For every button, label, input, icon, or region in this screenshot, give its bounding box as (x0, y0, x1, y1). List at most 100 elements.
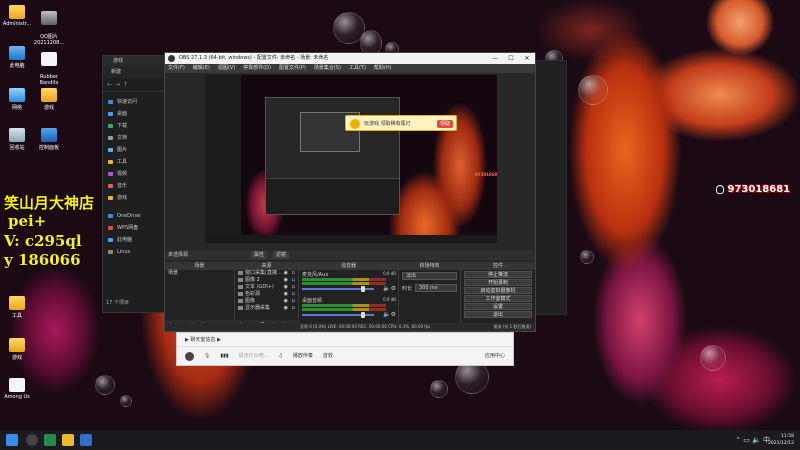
source-item[interactable]: 图像 2 ◉ ▫ (235, 277, 298, 284)
qq-number-text: 973018681 (727, 184, 791, 195)
desktop-icon-control-panel[interactable]: 控制面板 (32, 128, 66, 151)
menu-help[interactable]: 帮助(H) (374, 64, 392, 73)
chat-input[interactable]: 说点什么吧... (239, 347, 269, 365)
eye-icon[interactable]: ◉ (284, 270, 288, 277)
close-button[interactable]: ✕ (519, 53, 535, 64)
volume-meter (302, 308, 386, 311)
clock[interactable]: 11:58 2021/12/12 (768, 433, 794, 447)
lock-icon[interactable]: ▫ (292, 298, 295, 305)
menu-file[interactable]: 文件(F) (168, 64, 185, 73)
menu-tools[interactable]: 工具(T) (349, 64, 366, 73)
desktop-icon-tools[interactable]: 工具 (0, 296, 34, 319)
play-accompaniment-button[interactable]: 播放伴奏 (293, 347, 313, 365)
obs-window[interactable]: OBS 27.1.3 (64-bit, windows) - 配置文件: 未命名… (164, 52, 536, 332)
system-tray[interactable]: ⌃ ▭ 🔈 中 (735, 435, 770, 445)
desktop-icon-administrator[interactable]: Administr... (0, 5, 34, 27)
eye-icon[interactable]: ◉ (284, 284, 288, 291)
desktop-icon-games[interactable]: 游戏 (32, 88, 66, 111)
lock-icon[interactable]: ▫ (292, 270, 295, 277)
overlay-wechat: V: c295ql (4, 232, 82, 250)
transitions-dock: 转场特效 淡出 时长 300 ms (399, 262, 461, 329)
source-item[interactable]: 显示器采集 ◉ ▫ (235, 305, 298, 312)
desktop-icon-this-pc[interactable]: 此电脑 (0, 46, 34, 69)
lock-icon[interactable]: ▫ (292, 291, 295, 298)
penguin-icon (716, 184, 724, 194)
desktop-icon-games-2[interactable]: 游戏 (0, 338, 34, 361)
scene-label: 场景 (168, 270, 179, 276)
bubble (580, 250, 594, 264)
folder-taskbar-icon[interactable] (62, 434, 74, 446)
download-icon (108, 124, 113, 128)
volume-slider-handle[interactable] (361, 286, 365, 292)
obs-status-bar: 丢帧 0 (0.0%) LIVE: 00:00:00 REC: 00:00:00… (165, 323, 535, 331)
eye-icon[interactable]: ◉ (284, 277, 288, 284)
nav-label: 文档 (117, 135, 128, 141)
nav-label: WPS网盘 (117, 225, 139, 231)
source-item[interactable]: 文本 (GDI+) ◉ ▫ (235, 284, 298, 291)
minimize-button[interactable]: — (487, 53, 503, 64)
source-label: 文本 (GDI+) (245, 284, 274, 290)
volume-icon[interactable]: 🔈 (752, 436, 761, 444)
start-recording-button[interactable]: 开始录制 (464, 279, 532, 286)
avatar[interactable] (185, 351, 194, 361)
volume-slider-handle[interactable] (361, 312, 365, 318)
desktop-icon-recycle-bin[interactable]: 回收站 (0, 128, 34, 151)
image-icon (238, 278, 243, 282)
window-icon (238, 271, 243, 275)
maximize-button[interactable]: ☐ (503, 53, 519, 64)
studio-mode-button[interactable]: 工作室模式 (464, 295, 532, 302)
eye-icon[interactable]: ◉ (284, 305, 288, 312)
sources-dock: 来源 窗口采集(直接... ◉ ▫ 图像 2 ◉ ▫ 文本 (GDI+) ◉ ▫ 色彩源 ◉ ▫… (235, 262, 299, 329)
obs-preview-canvas[interactable]: 玩游戏 领取稀有尾灯 领取 973018681 (205, 75, 497, 243)
game-ad-banner[interactable]: 玩游戏 领取稀有尾灯 领取 (345, 115, 457, 131)
mic-icon[interactable]: 🎙 (204, 347, 210, 365)
desktop-icon-rubber-bandits[interactable]: Rubber Bandits (32, 46, 66, 86)
lock-icon[interactable]: ▫ (292, 284, 295, 291)
desktop-icon-qq-image[interactable]: QQ图片 20211208... (32, 5, 66, 46)
obs-title-bar[interactable]: OBS 27.1.3 (64-bit, windows) - 配置文件: 未命名… (165, 53, 535, 64)
menu-view[interactable]: 视图(V) (218, 64, 235, 73)
music-icon[interactable]: ♫ (278, 347, 282, 365)
lock-icon[interactable]: ▫ (292, 305, 295, 312)
nav-label: Linux (117, 249, 131, 255)
sound-effect-button[interactable]: 音效 (323, 347, 333, 365)
stop-streaming-button[interactable]: 停止推流 (464, 271, 532, 278)
menu-docks[interactable]: 停靠部件(D) (243, 64, 271, 73)
menu-edit[interactable]: 编辑(E) (193, 64, 210, 73)
filters-button[interactable]: 滤镜 (273, 251, 290, 259)
voice-chat-bar[interactable]: ▶ 聊天室信息 ▶ 🎙 ▮▮▮ 说点什么吧... ♫ 播放伴奏 音效 应用中心 (176, 332, 514, 366)
desktop-icon-among-us[interactable]: Among Us (0, 378, 34, 400)
scenes-header: 场景 (165, 262, 234, 270)
settings-button[interactable]: 设置 (464, 303, 532, 310)
lock-icon[interactable]: ▫ (292, 277, 295, 284)
eye-icon[interactable]: ◉ (284, 298, 288, 305)
exit-button[interactable]: 退出 (464, 311, 532, 318)
app-taskbar-icon[interactable] (80, 434, 92, 446)
transition-select[interactable]: 淡出 (402, 272, 457, 280)
windows-start-icon[interactable] (6, 434, 18, 446)
menu-profile[interactable]: 配置文件(P) (279, 64, 306, 73)
source-item[interactable]: 图像 ◉ ▫ (235, 298, 298, 305)
source-item[interactable]: 色彩源 ◉ ▫ (235, 291, 298, 298)
bubble (120, 395, 132, 407)
speaker-icon[interactable]: 🔈⚙ (383, 311, 396, 318)
eye-icon[interactable]: ◉ (284, 291, 288, 298)
speaker-icon[interactable]: 🔈⚙ (383, 285, 396, 292)
menu-scene-collection[interactable]: 场景集合(S) (314, 64, 341, 73)
app-center-button[interactable]: 应用中心 (485, 347, 505, 365)
app-taskbar-icon[interactable] (44, 434, 56, 446)
obs-taskbar-icon[interactable] (26, 434, 38, 446)
properties-button[interactable]: 属性 (251, 251, 268, 259)
scene-item[interactable]: 场景 (165, 270, 234, 277)
network-icon[interactable]: ▭ (743, 436, 750, 444)
chevron-up-icon[interactable]: ⌃ (735, 436, 741, 444)
ad-claim-button[interactable]: 领取 (436, 120, 453, 128)
equalizer-icon[interactable]: ▮▮▮ (220, 347, 228, 365)
source-toolbar: 未选择源 属性 滤镜 (165, 250, 535, 260)
desktop-icon-network[interactable]: 网络 (0, 88, 34, 111)
explorer-item-count: 17 个项目 (106, 300, 129, 306)
start-virtual-camera-button[interactable]: 启动虚拟摄像机 (464, 287, 532, 294)
duration-input[interactable]: 300 ms (415, 284, 457, 292)
source-item[interactable]: 窗口采集(直接... ◉ ▫ (235, 270, 298, 277)
monitor-icon (238, 306, 243, 310)
